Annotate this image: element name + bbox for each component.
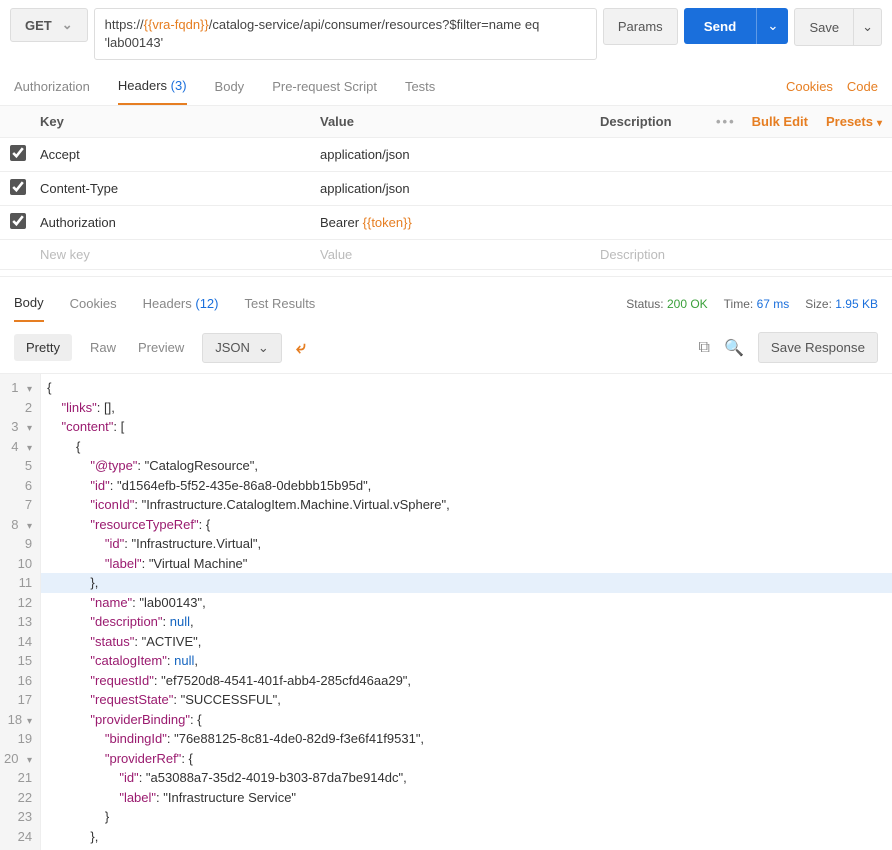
view-preview[interactable]: Preview bbox=[134, 334, 188, 361]
resp-tab-test-results[interactable]: Test Results bbox=[245, 286, 316, 321]
resp-tab-headers[interactable]: Headers (12) bbox=[143, 286, 219, 321]
chevron-down-icon: ▾ bbox=[877, 118, 882, 129]
header-row[interactable]: Accept application/json bbox=[0, 138, 892, 172]
row-checkbox[interactable] bbox=[10, 179, 26, 195]
format-select[interactable]: JSON ⌄ bbox=[202, 333, 282, 363]
tab-count: (12) bbox=[195, 296, 218, 311]
response-body[interactable]: 1 ▾23 ▾4 ▾5678 ▾9101112131415161718▾1920… bbox=[0, 373, 892, 850]
header-row[interactable]: Authorization Bearer {{token}} bbox=[0, 206, 892, 240]
resp-tab-cookies[interactable]: Cookies bbox=[70, 286, 117, 321]
header-key[interactable]: Accept bbox=[40, 147, 320, 162]
headers-table: Key Value Description ••• Bulk Edit Pres… bbox=[0, 106, 892, 270]
format-label: JSON bbox=[215, 340, 250, 355]
code-link[interactable]: Code bbox=[847, 79, 878, 94]
tab-body[interactable]: Body bbox=[215, 69, 245, 104]
header-value[interactable]: application/json bbox=[320, 181, 600, 196]
tab-label: Headers bbox=[143, 296, 192, 311]
presets-label: Presets bbox=[826, 114, 873, 129]
url-variable: {{vra-fqdn}} bbox=[144, 17, 209, 32]
chevron-down-icon: ⌄ bbox=[767, 18, 778, 33]
presets-dropdown[interactable]: Presets ▾ bbox=[826, 114, 882, 129]
status-meta: Status: 200 OK bbox=[626, 297, 707, 311]
new-desc-input[interactable]: Description bbox=[600, 247, 882, 262]
col-description: Description bbox=[600, 114, 716, 129]
bulk-edit-link[interactable]: Bulk Edit bbox=[752, 114, 808, 129]
view-raw[interactable]: Raw bbox=[86, 334, 120, 361]
tab-count: (3) bbox=[171, 78, 187, 93]
new-key-input[interactable]: New key bbox=[40, 247, 320, 262]
cookies-link[interactable]: Cookies bbox=[786, 79, 833, 94]
col-key: Key bbox=[40, 114, 320, 129]
header-key[interactable]: Authorization bbox=[40, 215, 320, 230]
header-row[interactable]: Content-Type application/json bbox=[0, 172, 892, 206]
view-pretty[interactable]: Pretty bbox=[14, 334, 72, 361]
tab-headers[interactable]: Headers (3) bbox=[118, 68, 187, 105]
search-icon[interactable]: 🔍 bbox=[724, 338, 744, 358]
new-value-input[interactable]: Value bbox=[320, 247, 600, 262]
http-method-select[interactable]: GET ⌄ bbox=[10, 8, 88, 42]
col-value: Value bbox=[320, 114, 600, 129]
wrap-lines-icon[interactable]: ⤶ bbox=[296, 337, 306, 358]
header-row-new[interactable]: New key Value Description bbox=[0, 240, 892, 270]
save-response-button[interactable]: Save Response bbox=[758, 332, 878, 363]
chevron-down-icon: ⌄ bbox=[258, 340, 269, 356]
params-button[interactable]: Params bbox=[603, 8, 678, 45]
chevron-down-icon: ⌄ bbox=[862, 19, 873, 34]
resp-tab-body[interactable]: Body bbox=[14, 285, 44, 322]
url-input[interactable]: https://{{vra-fqdn}}/catalog-service/api… bbox=[94, 8, 597, 60]
http-method-label: GET bbox=[25, 18, 52, 33]
send-button[interactable]: Send bbox=[684, 8, 757, 44]
save-dropdown[interactable]: ⌄ bbox=[854, 8, 882, 46]
row-checkbox[interactable] bbox=[10, 145, 26, 161]
line-gutter: 1 ▾23 ▾4 ▾5678 ▾9101112131415161718▾1920… bbox=[0, 374, 41, 850]
tab-authorization[interactable]: Authorization bbox=[14, 69, 90, 104]
tab-label: Headers bbox=[118, 78, 167, 93]
send-dropdown[interactable]: ⌄ bbox=[756, 8, 788, 44]
url-text: https:// bbox=[105, 17, 144, 32]
more-icon[interactable]: ••• bbox=[716, 114, 736, 129]
time-meta: Time: 67 ms bbox=[724, 297, 790, 311]
size-meta: Size: 1.95 KB bbox=[805, 297, 878, 311]
row-checkbox[interactable] bbox=[10, 213, 26, 229]
header-value[interactable]: application/json bbox=[320, 147, 600, 162]
copy-icon[interactable]: ⧉ bbox=[699, 339, 710, 357]
chevron-down-icon: ⌄ bbox=[62, 17, 73, 33]
tab-prerequest[interactable]: Pre-request Script bbox=[272, 69, 377, 104]
save-button[interactable]: Save bbox=[794, 8, 854, 46]
header-key[interactable]: Content-Type bbox=[40, 181, 320, 196]
code-content[interactable]: { "links": [], "content": [ { "@type": "… bbox=[41, 374, 892, 850]
tab-tests[interactable]: Tests bbox=[405, 69, 435, 104]
header-value[interactable]: Bearer {{token}} bbox=[320, 215, 600, 230]
